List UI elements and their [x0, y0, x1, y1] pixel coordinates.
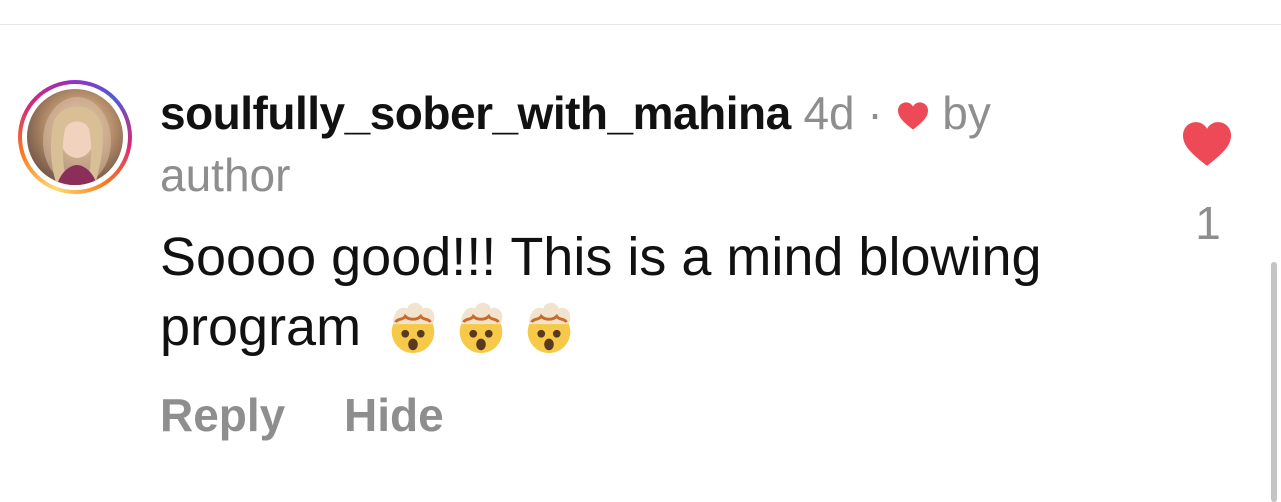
exploding-head-emoji-icon [391, 302, 435, 354]
liked-by-author: author [160, 149, 291, 201]
scrollbar[interactable] [1271, 262, 1277, 502]
like-heart-icon[interactable] [1180, 120, 1234, 168]
avatar-photo [27, 89, 123, 185]
hide-button[interactable]: Hide [344, 389, 444, 441]
meta-separator: · [867, 87, 883, 139]
username[interactable]: soulfully_sober_with_mahina [160, 87, 791, 139]
comment-text-content: Soooo good!!! This is a mind blowing pro… [160, 227, 1042, 357]
avatar-portrait-icon [43, 97, 111, 185]
exploding-head-emoji-icon [459, 302, 503, 354]
comment-actions: Reply Hide [160, 384, 490, 446]
avatar[interactable] [18, 80, 132, 194]
comment-screen: soulfully_sober_with_mahina 4d · by auth… [0, 0, 1281, 502]
like-count: 1 [1195, 197, 1221, 249]
liked-by-label: by [942, 87, 991, 139]
reply-button[interactable]: Reply [160, 389, 285, 441]
comment-header: soulfully_sober_with_mahina 4d · by auth… [160, 82, 1150, 206]
heart-icon [897, 102, 928, 130]
comment-text: Soooo good!!! This is a mind blowing pro… [160, 222, 1140, 362]
exploding-head-emoji-icon [527, 302, 571, 354]
comment-time: 4d [803, 87, 855, 139]
divider [0, 24, 1281, 25]
